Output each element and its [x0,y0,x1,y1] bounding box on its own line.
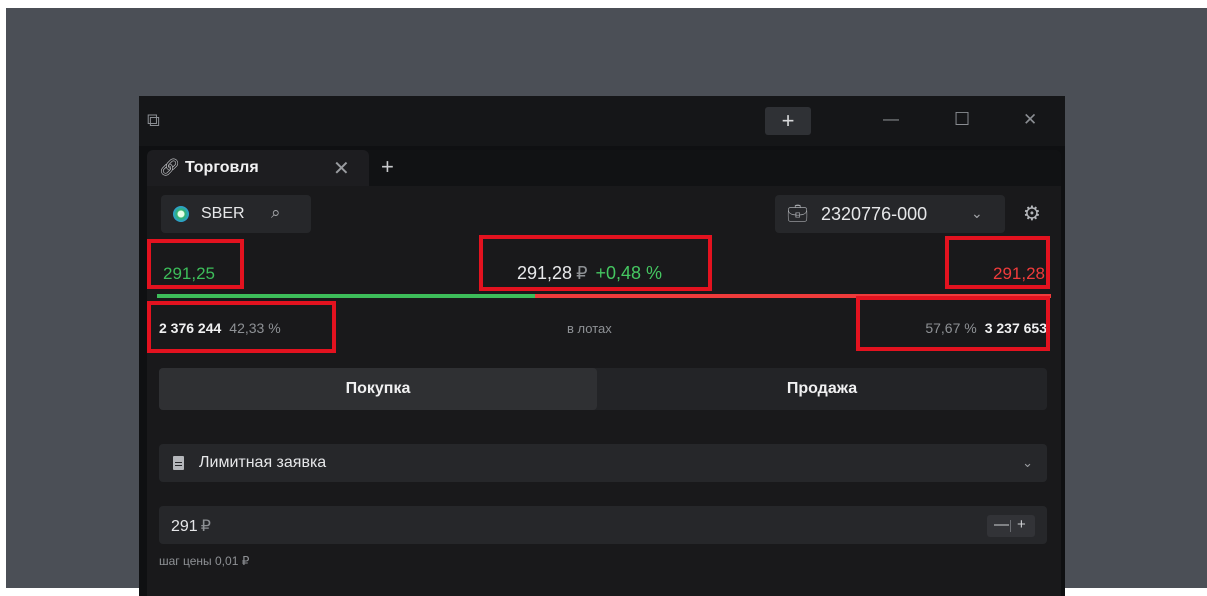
minimize-button[interactable]: — [883,112,899,128]
desktop-background: ⧉ + — ☐ ✕ 🔗︎ Торговля ✕ + SBER ⌕ 💼︎ 2320… [6,8,1207,596]
new-window-button[interactable]: + [765,107,811,135]
highlight-sell-volume [856,296,1050,351]
limit-price-input[interactable]: 291 ₽ — + [159,506,1047,544]
sell-tab[interactable]: Продажа [597,368,1047,410]
gear-icon[interactable]: ⚙ [1023,201,1041,226]
chevron-down-icon: ⌄ [971,205,983,221]
add-tab-button[interactable]: + [381,154,394,180]
price-number: 291 [171,518,198,535]
highlight-buy-volume [147,301,336,353]
highlight-bid-price [147,239,244,289]
buy-tab[interactable]: Покупка [159,368,597,410]
highlight-last-price [479,235,712,291]
briefcase-icon: 💼︎ [787,204,809,223]
order-type-select[interactable]: Лимитная заявка ⌄ [159,444,1047,482]
price-currency: ₽ [200,518,211,535]
price-step-hint: шаг цены 0,01 ₽ [159,554,250,568]
tab-trading[interactable]: 🔗︎ Торговля ✕ [147,150,369,186]
price-stepper: — + [987,515,1035,537]
ticker-symbol: SBER [201,205,245,222]
trading-panel: 🔗︎ Торговля ✕ + SBER ⌕ 💼︎ 2320776-000 ⌄ … [147,150,1061,596]
account-selector[interactable]: 💼︎ 2320776-000 ⌄ [775,195,1005,233]
order-type-label: Лимитная заявка [199,454,327,471]
maximize-button[interactable]: ☐ [954,110,970,128]
highlight-ask-price [945,236,1050,289]
decrement-button[interactable]: — [994,516,1009,533]
window-restore-icon[interactable]: ⧉ [147,111,160,129]
lots-label: в лотах [567,321,612,336]
close-window-button[interactable]: ✕ [1023,111,1037,128]
document-icon [173,456,184,470]
sber-logo-icon [173,206,189,222]
tab-close-button[interactable]: ✕ [333,156,350,181]
link-icon: 🔗︎ [159,158,181,177]
search-icon[interactable]: ⌕ [271,203,281,223]
limit-price-value[interactable]: 291 ₽ [171,516,211,536]
account-number: 2320776-000 [821,204,928,224]
ticker-selector[interactable]: SBER ⌕ [161,195,311,233]
order-side-switch: Покупка Продажа [159,368,1047,410]
buy-share-fill [157,294,536,298]
chevron-down-icon: ⌄ [1022,455,1033,470]
stepper-divider [1010,520,1011,532]
window-titlebar: ⧉ + — ☐ ✕ [139,96,1065,146]
tab-strip: 🔗︎ Торговля ✕ + [147,150,1061,186]
increment-button[interactable]: + [1017,516,1026,533]
tab-title: Торговля [185,159,259,176]
